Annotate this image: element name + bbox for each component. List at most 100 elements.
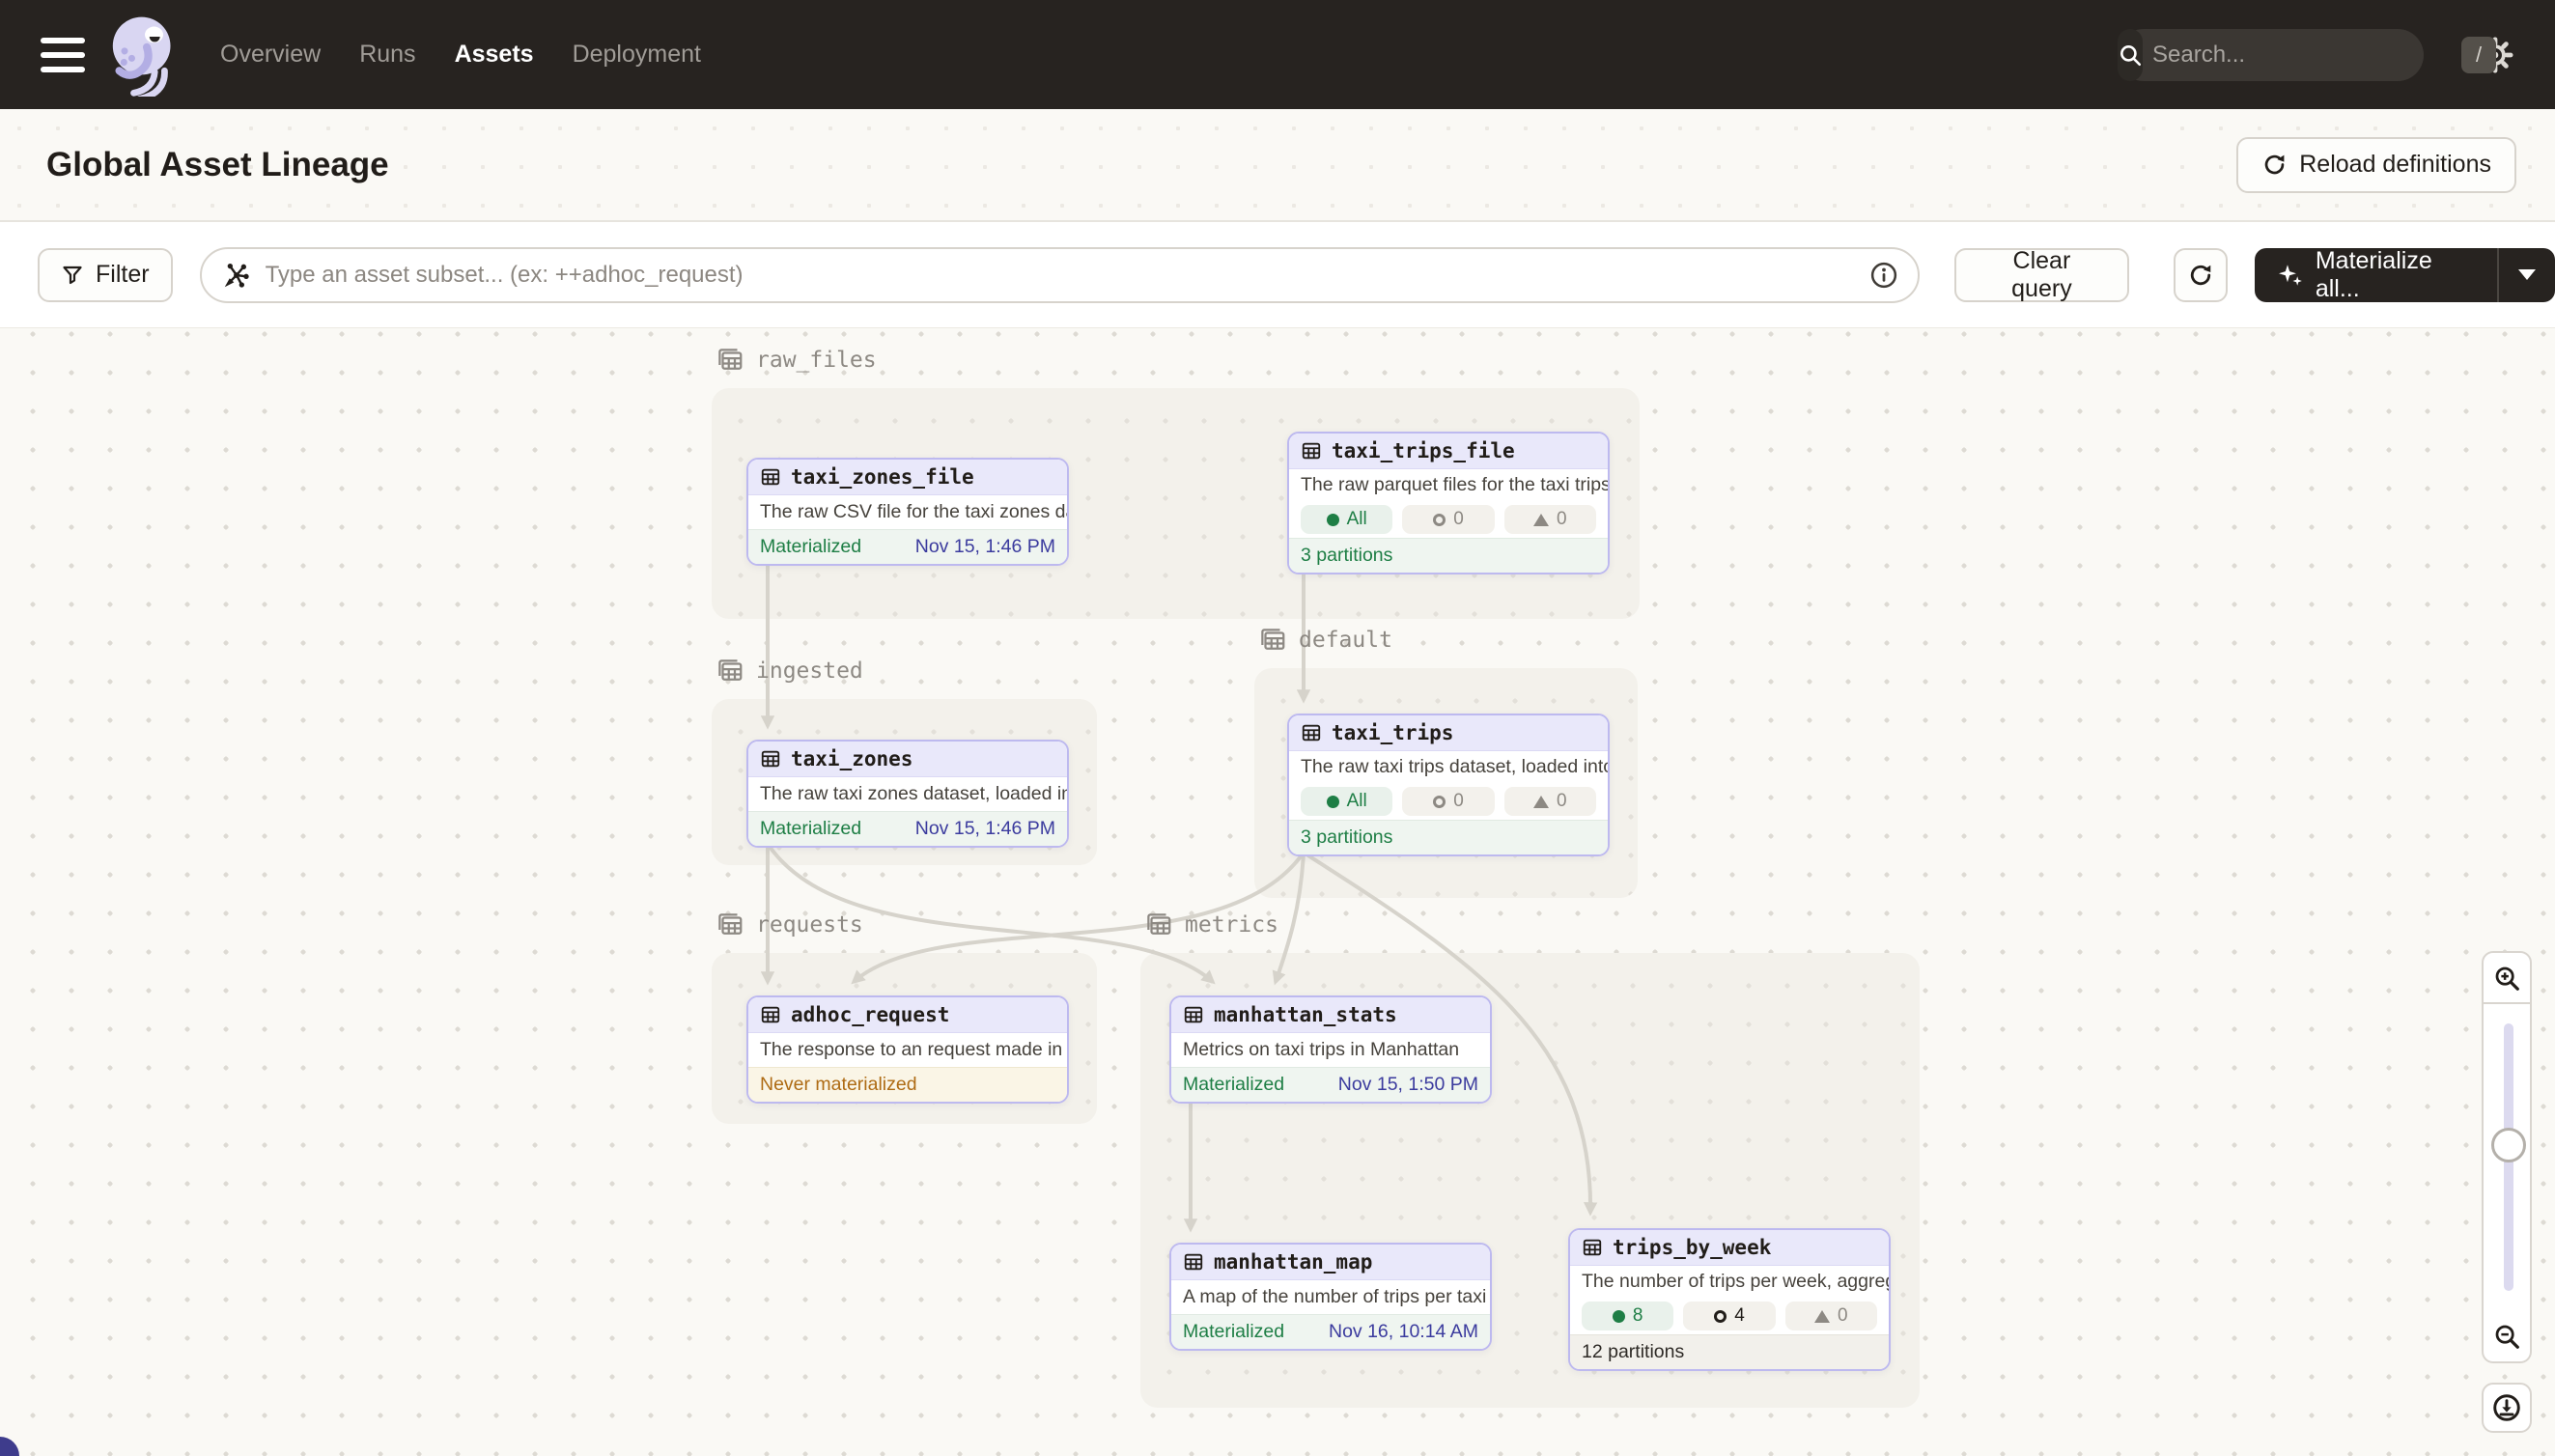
partitions-count: 12 partitions (1582, 1341, 1684, 1363)
partition-pill-failed[interactable]: 0 (1402, 505, 1494, 534)
asset-name: trips_by_week (1613, 1236, 1771, 1259)
asset-description: The number of trips per week, aggreg... (1570, 1266, 1889, 1298)
download-image-button[interactable] (2482, 1383, 2532, 1433)
partition-pill-missing[interactable]: 0 (1504, 787, 1596, 816)
clear-query-button[interactable]: Clear query (1954, 248, 2129, 302)
materialize-all-button[interactable]: Materialize all... (2255, 248, 2497, 302)
nav-item-deployment[interactable]: Deployment (573, 41, 701, 69)
global-search[interactable]: / (2118, 29, 2424, 81)
asset-description: The response to an request made in th... (748, 1033, 1067, 1067)
materialization-timestamp[interactable]: Nov 15, 1:46 PM (915, 536, 1055, 558)
lineage-toolbar: Filter Clear query (0, 222, 2555, 328)
asset-query-input[interactable] (200, 247, 1920, 303)
sparkle-icon (2276, 261, 2304, 290)
asset-name: taxi_zones_file (791, 465, 974, 489)
nav-item-overview[interactable]: Overview (220, 41, 321, 69)
partition-pill-failed[interactable]: 0 (1402, 787, 1494, 816)
info-icon[interactable] (1869, 261, 1898, 290)
partitions-count: 3 partitions (1301, 545, 1392, 567)
asset-description: The raw taxi zones dataset, loaded int..… (748, 777, 1067, 811)
table-icon (760, 466, 781, 488)
asset-node-taxi-zones-file[interactable]: taxi_zones_file The raw CSV file for the… (746, 458, 1069, 566)
table-icon (760, 1004, 781, 1025)
asset-node-taxi-zones[interactable]: taxi_zones The raw taxi zones dataset, l… (746, 740, 1069, 848)
zoom-in-button[interactable] (2482, 951, 2532, 1004)
asset-description: The raw parquet files for the taxi trips… (1289, 469, 1608, 501)
filter-button[interactable]: Filter (38, 248, 173, 302)
asset-name: adhoc_request (791, 1003, 949, 1026)
table-icon (1301, 722, 1322, 743)
dagster-logo-icon[interactable] (106, 14, 180, 97)
nav-item-assets[interactable]: Assets (455, 41, 534, 69)
materialization-timestamp[interactable]: Nov 15, 1:46 PM (915, 818, 1055, 840)
table-icon (760, 748, 781, 770)
refresh-button[interactable] (2174, 248, 2228, 302)
asset-name: taxi_trips (1332, 721, 1453, 744)
hamburger-menu-icon[interactable] (41, 38, 85, 72)
partition-pill-missing[interactable]: 0 (1504, 505, 1596, 534)
triangle-icon (1814, 1310, 1830, 1323)
zoom-in-icon (2492, 964, 2521, 993)
asset-node-trips-by-week[interactable]: trips_by_week The number of trips per we… (1568, 1228, 1891, 1371)
group-label-requests[interactable]: requests (716, 910, 863, 939)
asset-node-taxi-trips-file[interactable]: taxi_trips_file The raw parquet files fo… (1287, 432, 1610, 574)
group-label-metrics[interactable]: metrics (1144, 910, 1278, 939)
materialize-dropdown-button[interactable] (2499, 248, 2555, 302)
materialization-timestamp[interactable]: Nov 16, 10:14 AM (1329, 1321, 1478, 1343)
group-label-default[interactable]: default (1258, 626, 1392, 655)
filled-dot-icon (1327, 796, 1339, 808)
nav-item-runs[interactable]: Runs (359, 41, 415, 69)
ring-icon (1714, 1310, 1727, 1323)
refresh-icon (2187, 262, 2214, 289)
group-label-raw-files[interactable]: raw_files (716, 346, 877, 375)
status-badge: Materialized (1183, 1074, 1284, 1096)
group-table-icon (1258, 626, 1287, 655)
page-title: Global Asset Lineage (46, 146, 389, 184)
asset-node-taxi-trips[interactable]: taxi_trips The raw taxi trips dataset, l… (1287, 714, 1610, 856)
download-icon (2491, 1392, 2522, 1423)
edge-taxi-trips-to-manhattan-stats (1276, 853, 1304, 982)
table-icon (1301, 440, 1322, 462)
funnel-icon (61, 264, 84, 287)
dagster-app: Overview Runs Assets Deployment / (0, 0, 2555, 1456)
table-icon (1183, 1004, 1204, 1025)
search-input[interactable] (2143, 42, 2461, 69)
asset-description: Metrics on taxi trips in Manhattan (1171, 1033, 1490, 1067)
top-navbar: Overview Runs Assets Deployment / (0, 0, 2555, 109)
primary-nav: Overview Runs Assets Deployment (220, 41, 701, 69)
partition-pill-materialized[interactable]: All (1301, 787, 1392, 816)
materialization-timestamp[interactable]: Nov 15, 1:50 PM (1338, 1074, 1478, 1096)
partition-pill-missing[interactable]: 0 (1785, 1302, 1877, 1330)
ring-icon (1433, 796, 1446, 808)
asset-node-manhattan-stats[interactable]: manhattan_stats Metrics on taxi trips in… (1169, 995, 1492, 1104)
group-table-icon (716, 657, 744, 686)
zoom-slider-thumb[interactable] (2491, 1128, 2526, 1162)
table-icon (1183, 1251, 1204, 1273)
table-icon (1582, 1237, 1603, 1258)
ring-icon (1433, 514, 1446, 526)
lineage-canvas[interactable]: raw_files ingested default requests metr… (0, 328, 2555, 1456)
triangle-icon (1533, 796, 1549, 808)
chevron-down-icon (2518, 269, 2536, 280)
partition-pill-failed[interactable]: 4 (1683, 1302, 1775, 1330)
partitions-count: 3 partitions (1301, 826, 1392, 849)
asset-node-manhattan-map[interactable]: manhattan_map A map of the number of tri… (1169, 1243, 1492, 1351)
asset-name: taxi_trips_file (1332, 439, 1515, 462)
asset-node-adhoc-request[interactable]: adhoc_request The response to an request… (746, 995, 1069, 1104)
group-table-icon (716, 910, 744, 939)
group-label-ingested[interactable]: ingested (716, 657, 863, 686)
asset-description: The raw taxi trips dataset, loaded into … (1289, 751, 1608, 783)
zoom-out-icon (2492, 1322, 2521, 1351)
asset-selector-icon (221, 260, 252, 291)
page-header: Global Asset Lineage Reload definitions (0, 109, 2555, 222)
group-table-icon (716, 346, 744, 375)
asset-query-field (200, 247, 1920, 303)
triangle-icon (1533, 514, 1549, 526)
filled-dot-icon (1327, 514, 1339, 526)
asset-description: A map of the number of trips per taxi z.… (1171, 1280, 1490, 1314)
zoom-out-button[interactable] (2482, 1310, 2532, 1363)
status-badge: Never materialized (760, 1074, 917, 1096)
partition-pill-materialized[interactable]: 8 (1582, 1302, 1673, 1330)
reload-definitions-button[interactable]: Reload definitions (2236, 137, 2516, 193)
partition-pill-materialized[interactable]: All (1301, 505, 1392, 534)
